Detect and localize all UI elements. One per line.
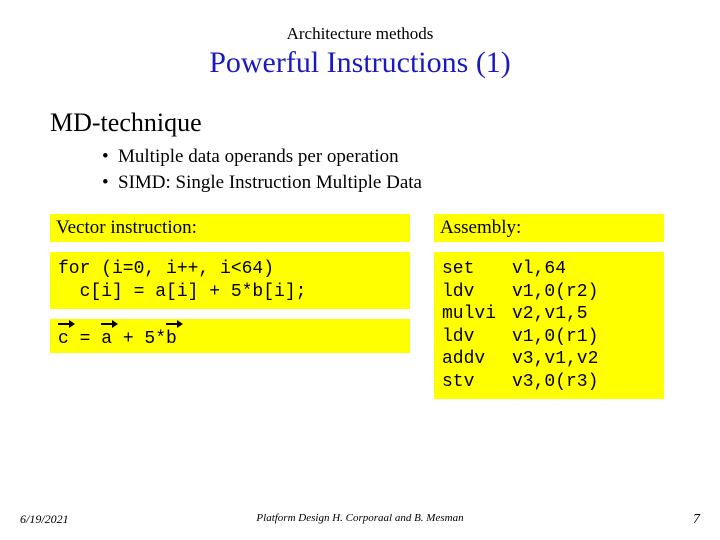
eq-sign: = bbox=[69, 329, 101, 349]
slide-title: Powerful Instructions (1) bbox=[40, 46, 680, 80]
vector-a: a bbox=[101, 329, 112, 349]
pretitle: Architecture methods bbox=[40, 24, 680, 44]
vector-heading: Vector instruction: bbox=[50, 214, 410, 242]
column-assembly: Assembly: setvl,64 ldvv1,0(r2) mulviv2,v… bbox=[434, 214, 664, 399]
asm-row: setvl,64 bbox=[442, 258, 656, 281]
vector-b: b bbox=[166, 329, 177, 349]
bullet-list: Multiple data operands per operation SIM… bbox=[62, 144, 680, 195]
asm-row: mulviv2,v1,5 bbox=[442, 303, 656, 326]
assembly-heading: Assembly: bbox=[434, 214, 664, 242]
asm-args: vl,64 bbox=[512, 258, 566, 281]
column-vector: Vector instruction: for (i=0, i++, i<64)… bbox=[50, 214, 410, 399]
footer-date: 6/19/2021 bbox=[20, 512, 69, 527]
bullet-item: SIMD: Single Instruction Multiple Data bbox=[102, 170, 680, 196]
footer-center: Platform Design H. Corporaal and B. Mesm… bbox=[256, 512, 463, 524]
assembly-code: setvl,64 ldvv1,0(r2) mulviv2,v1,5 ldvv1,… bbox=[434, 252, 664, 399]
asm-row: stvv3,0(r3) bbox=[442, 371, 656, 394]
footer-page-number: 7 bbox=[693, 512, 700, 528]
asm-op: addv bbox=[442, 348, 512, 371]
asm-op: mulvi bbox=[442, 303, 512, 326]
asm-args: v2,v1,5 bbox=[512, 303, 588, 326]
asm-row: addvv3,v1,v2 bbox=[442, 348, 656, 371]
asm-row: ldvv1,0(r2) bbox=[442, 281, 656, 304]
asm-op: stv bbox=[442, 371, 512, 394]
asm-args: v1,0(r1) bbox=[512, 326, 598, 349]
section-heading: MD-technique bbox=[50, 108, 680, 138]
asm-row: ldvv1,0(r1) bbox=[442, 326, 656, 349]
vector-c: c bbox=[58, 329, 69, 349]
two-columns: Vector instruction: for (i=0, i++, i<64)… bbox=[50, 214, 680, 399]
asm-args: v3,0(r3) bbox=[512, 371, 598, 394]
plus-term: + 5* bbox=[112, 329, 166, 349]
footer: 6/19/2021 Platform Design H. Corporaal a… bbox=[0, 512, 720, 528]
asm-op: ldv bbox=[442, 326, 512, 349]
bullet-item: Multiple data operands per operation bbox=[102, 144, 680, 170]
slide: Architecture methods Powerful Instructio… bbox=[0, 0, 720, 540]
asm-op: set bbox=[442, 258, 512, 281]
asm-args: v1,0(r2) bbox=[512, 281, 598, 304]
asm-args: v3,v1,v2 bbox=[512, 348, 598, 371]
vector-equation: c = a + 5*b bbox=[50, 319, 410, 353]
code-loop: for (i=0, i++, i<64) c[i] = a[i] + 5*b[i… bbox=[50, 252, 410, 309]
asm-op: ldv bbox=[442, 281, 512, 304]
